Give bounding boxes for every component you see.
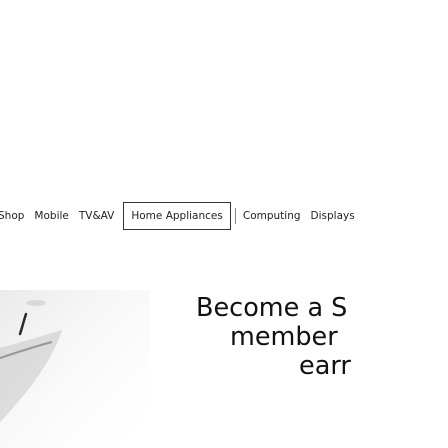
nav-item-displays[interactable]: Displays xyxy=(306,202,360,230)
nav-item-shop[interactable]: Shop xyxy=(0,202,29,230)
nav-item-tv-av[interactable]: TV&AV xyxy=(74,202,119,230)
hero-product-image xyxy=(0,290,150,448)
main-navigation: Shop Mobile TV&AV Home Appliances Comput… xyxy=(0,200,360,232)
hero-title-line-3: earr xyxy=(299,351,351,381)
hero-title-line-1: Become a S xyxy=(196,293,348,323)
nav-divider xyxy=(234,208,236,224)
hero-title-line-2: member xyxy=(230,322,338,352)
hero-title: Become a Smember earr xyxy=(196,294,448,381)
nav-item-computing[interactable]: Computing xyxy=(238,202,306,230)
nav-item-mobile[interactable]: Mobile xyxy=(29,202,73,230)
nav-item-home-appliances[interactable]: Home Appliances xyxy=(123,202,231,230)
